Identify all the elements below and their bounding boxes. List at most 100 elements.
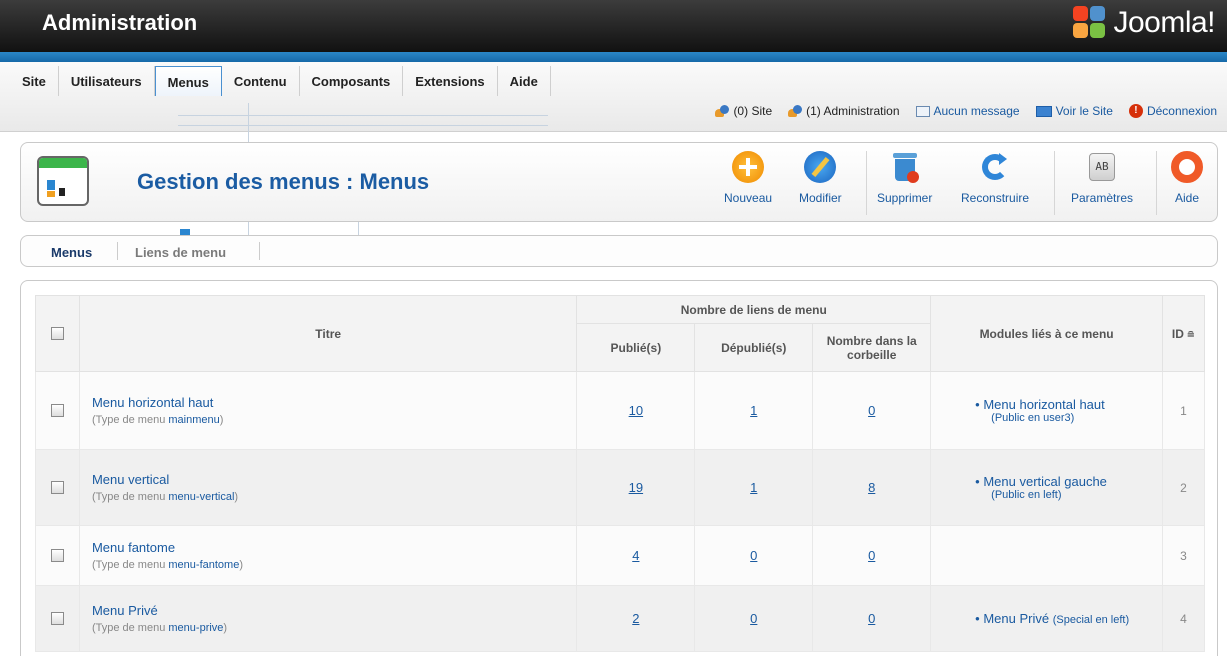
logout-label: Déconnexion [1146,104,1217,118]
messages-label: Aucun message [933,104,1020,118]
menu-composants[interactable]: Composants [300,66,404,96]
rebuild-button[interactable]: Reconstruire [961,151,1029,205]
menu-contenu[interactable]: Contenu [222,66,300,96]
row-checkbox[interactable] [50,612,64,625]
col-trash: Nombre dans la corbeille [812,323,932,372]
unpublished-count-link[interactable]: 0 [694,585,814,652]
linked-module-empty [930,525,1163,586]
trash-count-link[interactable]: 0 [812,525,932,586]
options-icon: AB [1086,151,1118,183]
menu-type-name: mainmenu [168,414,220,426]
edit-button-label: Modifier [799,191,842,205]
menu-type: (Type de menu menu-fantome) [91,559,243,571]
main-menubar: Site Utilisateurs Menus Contenu Composan… [0,62,1227,132]
unpublished-count-link[interactable]: 0 [694,525,814,586]
status-bar: (0) Site (1) Administration Aucun messag… [715,104,1217,118]
menu-manager-icon [37,156,89,206]
menu-title-link[interactable]: Menu Privé [92,603,576,618]
help-button[interactable]: Aide [1171,151,1203,205]
row-checkbox[interactable] [50,404,64,417]
rebuild-button-label: Reconstruire [961,191,1030,205]
menu-id: 2 [1162,449,1205,526]
status-admin-label: (1) Administration [806,104,900,118]
messages-link[interactable]: Aucun message [915,104,1020,118]
menu-title-link[interactable]: Menu horizontal haut [92,395,576,410]
view-site-link[interactable]: Voir le Site [1035,104,1113,118]
linked-module[interactable]: • Menu vertical gauche (Public en left) [975,474,1162,501]
users-icon [715,105,730,117]
menu-title-link[interactable]: Menu vertical [92,472,576,487]
trash-count-link[interactable]: 8 [812,449,932,526]
row-checkbox[interactable] [50,549,64,562]
menus-table: Titre Nombre de liens de menu Modules li… [35,295,1205,652]
menu-id: 4 [1162,585,1205,652]
edit-icon [804,151,837,183]
menu-type-name: menu-vertical [168,491,235,503]
linked-module[interactable]: • Menu horizontal haut (Public en user3) [975,397,1162,424]
table-row: Menu horizontal haut (Type de menu mainm… [35,371,1205,450]
col-id-label: ID [1171,326,1184,341]
linked-module[interactable]: • Menu Privé (Special en left) [975,611,1162,626]
menu-utilisateurs[interactable]: Utilisateurs [59,66,155,96]
submenu-tabs: Menus Liens de menu [20,235,1218,267]
menu-id: 3 [1162,525,1205,586]
col-title[interactable]: Titre [78,295,578,372]
menu-type: (Type de menu menu-vertical) [91,491,239,503]
header-accent-bar [0,52,1227,62]
col-modules: Modules liés à ce menu [930,295,1163,372]
published-count-link[interactable]: 19 [576,449,696,526]
logout-link[interactable]: ! Déconnexion [1128,104,1217,118]
select-all-cell [35,295,80,372]
tab-menus[interactable]: Menus [51,245,92,260]
admin-title: Administration [42,10,198,35]
status-site: (0) Site [715,104,772,118]
published-count-link[interactable]: 2 [576,585,696,652]
trash-count-link[interactable]: 0 [812,585,932,652]
joomla-logo-icon [1073,6,1107,40]
col-group-links: Nombre de liens de menu [576,295,932,324]
menu-items: Site Utilisateurs Menus Contenu Composan… [10,66,551,96]
edit-button[interactable]: Modifier [799,151,842,205]
table-row: Menu vertical (Type de menu menu-vertica… [35,449,1205,526]
admin-header: Administration Joomla! [0,0,1227,52]
monitor-icon [1035,105,1052,117]
menu-type: (Type de menu mainmenu) [91,414,224,426]
row-checkbox[interactable] [50,481,64,494]
status-site-label: (0) Site [733,104,773,118]
menus-table-panel: Titre Nombre de liens de menu Modules li… [20,280,1218,656]
col-id[interactable]: ID ≘ [1162,295,1205,372]
published-count-link[interactable]: 10 [576,371,696,450]
unpublished-count-link[interactable]: 1 [694,371,814,450]
add-icon [732,151,765,183]
menu-menus[interactable]: Menus [154,66,222,96]
joomla-logo: Joomla! [1073,6,1215,40]
page-title: Gestion des menus : Menus [137,169,430,194]
toolbar-panel: Gestion des menus : Menus Nouveau Modifi… [20,142,1218,222]
trash-icon [889,151,921,183]
select-all-checkbox[interactable] [50,327,64,340]
new-button[interactable]: Nouveau [724,151,772,205]
options-button[interactable]: AB Paramètres [1071,151,1133,205]
menu-extensions[interactable]: Extensions [403,66,498,96]
menu-site[interactable]: Site [10,66,59,96]
delete-button[interactable]: Supprimer [877,151,932,205]
menu-type-name: menu-prive [168,622,224,634]
menu-type-name: menu-fantome [168,559,240,571]
menu-type: (Type de menu menu-prive) [91,622,228,634]
published-count-link[interactable]: 4 [576,525,696,586]
menu-aide[interactable]: Aide [498,66,551,96]
menu-title-link[interactable]: Menu fantome [92,540,576,555]
trash-count-link[interactable]: 0 [812,371,932,450]
message-icon [915,105,930,117]
help-button-label: Aide [1174,191,1200,205]
logout-icon: ! [1128,104,1143,118]
unpublished-count-link[interactable]: 1 [694,449,814,526]
status-admin: (1) Administration [788,104,900,118]
users-icon [788,105,803,117]
col-published: Publié(s) [576,323,696,372]
menu-id: 1 [1162,371,1205,450]
joomla-logo-text: Joomla! [1113,6,1215,39]
new-button-label: Nouveau [724,191,773,205]
delete-button-label: Supprimer [877,191,933,205]
tab-liens-de-menu[interactable]: Liens de menu [135,245,226,260]
